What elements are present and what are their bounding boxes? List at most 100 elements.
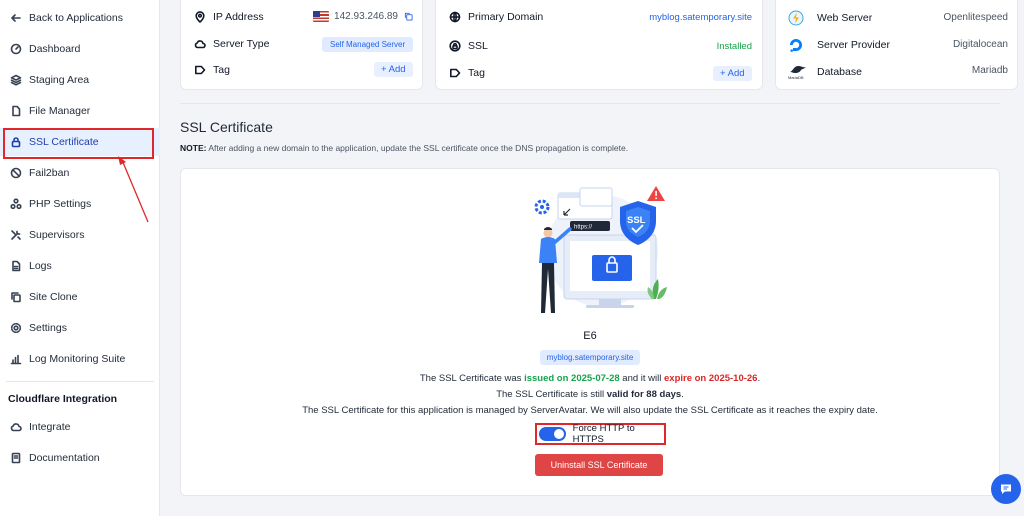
tag-icon — [448, 66, 461, 79]
force-https-highlight: Force HTTP to HTTPS — [535, 423, 666, 445]
document-icon — [9, 260, 22, 273]
sidebar-item-staging[interactable]: Staging Area — [0, 66, 160, 94]
ssl-row: SSL — [448, 39, 488, 52]
force-https-toggle[interactable] — [539, 427, 566, 441]
sidebar-item-supervisors[interactable]: Supervisors — [0, 221, 160, 249]
digitalocean-icon — [790, 39, 802, 52]
url-bar-text: https:// — [574, 225, 592, 231]
server-provider-value: Digitalocean — [952, 39, 1008, 50]
sidebar-item-log-monitoring[interactable]: Log Monitoring Suite — [0, 345, 160, 373]
copy-icon[interactable] — [404, 12, 413, 21]
ip-address-text: 142.93.246.89 — [334, 11, 398, 23]
seal-icon — [790, 66, 806, 73]
primary-domain-row: Primary Domain — [448, 10, 543, 23]
certificate-validity-text: The SSL Certificate is still valid for 8… — [180, 389, 1000, 400]
sidebar-item-label: Fail2ban — [29, 167, 70, 179]
server-provider-row: Server Provider — [788, 37, 890, 53]
sidebar-item-logs[interactable]: Logs — [0, 252, 160, 280]
sidebar-item-documentation[interactable]: Documentation — [0, 444, 160, 472]
uninstall-ssl-button[interactable]: Uninstall SSL Certificate — [535, 454, 663, 476]
sidebar-item-label: Settings — [29, 322, 67, 334]
cloud-icon — [193, 37, 206, 50]
chat-icon — [1001, 484, 1011, 494]
web-server-row: Web Server — [788, 10, 872, 26]
sidebar-item-file-manager[interactable]: File Manager — [0, 97, 160, 125]
chart-icon — [9, 353, 22, 366]
litespeed-icon — [788, 10, 804, 26]
validity-text-part: . — [681, 389, 684, 400]
certificate-domain-wrapper: myblog.satemporary.site — [180, 350, 1000, 365]
ssl-note: NOTE: After adding a new domain to the a… — [180, 143, 628, 153]
mariadb-logo: MariaDB — [788, 63, 808, 81]
domain-tag-row: Tag — [448, 66, 485, 79]
sidebar-item-label: Documentation — [29, 452, 100, 464]
tag-icon — [193, 63, 206, 76]
lock-icon — [9, 136, 22, 149]
dates-text-part: . — [757, 373, 761, 384]
validity-text-part: The SSL Certificate is still — [496, 389, 607, 400]
sidebar-item-label: Integrate — [29, 421, 71, 433]
certificate-managed-text: The SSL Certificate for this application… — [302, 405, 878, 416]
sidebar-divider — [6, 381, 154, 382]
file-icon — [9, 105, 22, 118]
ip-address-label: IP Address — [213, 10, 264, 23]
ip-address-value: 142.93.246.89 — [300, 11, 413, 22]
database-value: Mariadb — [971, 65, 1008, 76]
mariadb-logo-text: MariaDB — [788, 75, 804, 80]
server-provider-label: Server Provider — [817, 39, 890, 51]
sidebar-item-site-clone[interactable]: Site Clone — [0, 283, 160, 311]
certificate-dates-text: The SSL Certificate was issued on 2025-0… — [180, 373, 1000, 384]
force-https-label: Force HTTP to HTTPS — [572, 423, 635, 445]
sidebar-item-dashboard[interactable]: Dashboard — [0, 35, 160, 63]
us-flag-icon — [313, 11, 330, 22]
add-domain-tag-button[interactable]: + Add — [713, 66, 752, 81]
dates-text-part: and it will — [619, 373, 664, 384]
ssl-status: Installed — [716, 41, 752, 52]
certificate-domain-badge: myblog.satemporary.site — [539, 350, 641, 365]
tag-row: Tag — [193, 63, 230, 76]
cloud-icon — [9, 421, 22, 434]
nodes-icon — [9, 198, 22, 211]
web-server-label: Web Server — [817, 12, 873, 24]
sidebar-item-settings[interactable]: Settings — [0, 314, 160, 342]
chat-button[interactable] — [991, 474, 1021, 504]
dates-text-part: The SSL Certificate was — [419, 373, 525, 384]
sidebar-item-fail2ban[interactable]: Fail2ban — [0, 159, 160, 187]
gear-icon — [9, 322, 22, 335]
sidebar-item-php-settings[interactable]: PHP Settings — [0, 190, 160, 218]
server-type-badge: Self Managed Server — [322, 37, 414, 52]
ssl-illustration: https:// SSL — [534, 186, 667, 313]
add-tag-button[interactable]: + Add — [374, 62, 413, 77]
server-type-row: Server Type — [193, 37, 269, 50]
layers-icon — [9, 74, 22, 87]
arrow-left-icon — [9, 12, 22, 25]
sidebar-item-label: File Manager — [29, 105, 91, 117]
sidebar-item-label: Log Monitoring Suite — [29, 353, 126, 365]
issued-date: issued on 2025-07-28 — [524, 373, 620, 384]
sidebar-item-integrate[interactable]: Integrate — [0, 413, 160, 441]
note-label: NOTE: — [180, 143, 207, 153]
ban-icon — [9, 167, 22, 180]
ip-address-row: IP Address — [193, 10, 264, 23]
sidebar-item-label: Dashboard — [29, 43, 81, 55]
book-icon — [9, 452, 22, 465]
tag-label: Tag — [213, 63, 230, 76]
ssl-label: SSL — [468, 39, 488, 52]
sidebar-item-back[interactable]: Back to Applications — [0, 4, 160, 32]
shield-ssl-text: SSL — [627, 215, 646, 226]
lock-icon — [448, 39, 461, 52]
globe-icon — [448, 10, 461, 23]
note-text: After adding a new domain to the applica… — [206, 143, 629, 153]
tools-icon — [9, 229, 22, 242]
sidebar: Back to Applications Dashboard Staging A… — [0, 0, 160, 516]
sidebar-item-label: Logs — [29, 260, 52, 272]
primary-domain-link[interactable]: myblog.satemporary.site — [600, 12, 752, 23]
sidebar-item-label: Supervisors — [29, 229, 85, 241]
cloudflare-heading: Cloudflare Integration — [8, 393, 118, 405]
sidebar-item-ssl-certificate[interactable]: SSL Certificate — [0, 128, 160, 156]
primary-domain-label: Primary Domain — [468, 10, 544, 23]
validity-days: valid for 88 days — [606, 389, 682, 400]
sidebar-item-label: Site Clone — [29, 291, 78, 303]
page-title: SSL Certificate — [180, 119, 273, 135]
database-row: MariaDB Database — [788, 63, 862, 81]
